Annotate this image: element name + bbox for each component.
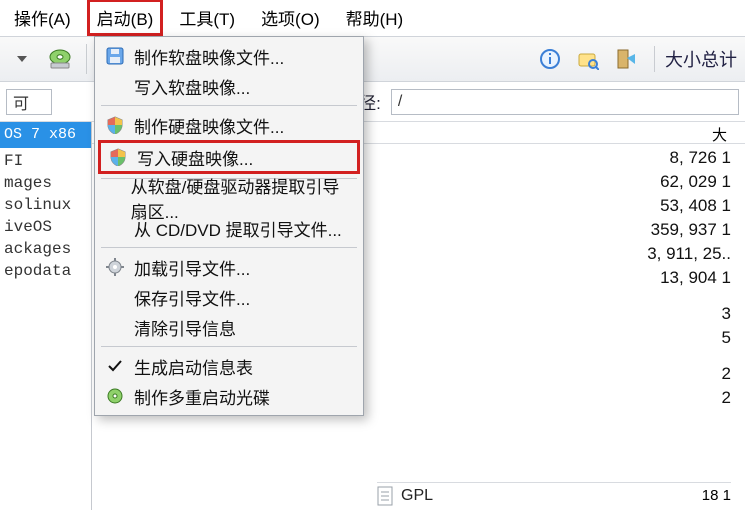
file-size-cell: 2 [647, 362, 731, 386]
menu-item-gen-boot-info-table[interactable]: 生成启动信息表 [98, 351, 360, 381]
toolbar-dropdown-arrow[interactable] [6, 44, 38, 74]
menu-item-label: 加载引导文件... [134, 255, 250, 280]
folder-magnifier-icon [577, 48, 599, 70]
menu-boot[interactable]: 启动(B) [87, 0, 164, 36]
file-size-cell: 62, 029 1 [647, 170, 731, 194]
toolbar-explorer-button[interactable] [572, 44, 604, 74]
tree-selected-node[interactable]: OS 7 x86 [0, 122, 91, 148]
disc-drive-icon [47, 47, 73, 71]
file-size-cell: 3, 911, 25.. [647, 242, 731, 266]
menu-item-make-multiboot-disc[interactable]: 制作多重启动光碟 [98, 381, 360, 411]
file-row-gpl[interactable]: GPL 18 1 [377, 482, 731, 508]
blank-icon [104, 75, 126, 97]
menu-item-save-boot-file[interactable]: 保存引导文件... [98, 282, 360, 312]
menu-options[interactable]: 选项(O) [251, 0, 330, 36]
floppy-icon [104, 45, 126, 67]
tree-item[interactable]: FI [0, 150, 91, 172]
left-tree-pane: OS 7 x86 FI mages solinux iveOS ackages … [0, 122, 92, 510]
file-size-cell: 359, 937 1 [647, 218, 731, 242]
blank-icon [104, 217, 126, 239]
toolbar-info-button[interactable] [534, 44, 566, 74]
tree-item[interactable]: epodata [0, 260, 91, 282]
file-size-cell: 2 [647, 386, 731, 410]
info-icon [539, 48, 561, 70]
menu-help[interactable]: 帮助(H) [336, 0, 414, 36]
menu-item-extract-boot-cd[interactable]: 从 CD/DVD 提取引导文件... [98, 213, 360, 243]
column-header-size[interactable]: 大 [712, 124, 727, 145]
file-size-cell: 53, 408 1 [647, 194, 731, 218]
tree-item[interactable]: mages [0, 172, 91, 194]
text-file-icon [377, 486, 395, 506]
boot-menu-dropdown: 制作软盘映像文件... 写入软盘映像... 制作硬盘映像文件... 写入硬盘映像… [94, 36, 364, 416]
blank-icon [104, 286, 126, 308]
menu-item-make-floppy-image[interactable]: 制作软盘映像文件... [98, 41, 360, 71]
file-size-cell: 18 1 [702, 487, 731, 504]
file-size-cell: 8, 726 1 [647, 146, 731, 170]
menu-item-label: 制作硬盘映像文件... [134, 113, 284, 138]
menu-item-extract-boot-sector[interactable]: 从软盘/硬盘驱动器提取引导扇区... [98, 183, 360, 213]
tree-item[interactable]: ackages [0, 238, 91, 260]
toolbar-exit-button[interactable] [610, 44, 642, 74]
file-size-cell: 5 [647, 326, 731, 350]
gear-icon [104, 256, 126, 278]
menu-item-label: 生成启动信息表 [134, 354, 253, 379]
menu-separator [101, 346, 357, 347]
tree-item[interactable]: iveOS [0, 216, 91, 238]
menu-item-write-hdd-image[interactable]: 写入硬盘映像... [98, 140, 360, 174]
size-column-values: 8, 726 1 62, 029 1 53, 408 1 359, 937 1 … [647, 146, 731, 410]
menu-item-clear-boot-info[interactable]: 清除引导信息 [98, 312, 360, 342]
menu-item-label: 写入软盘映像... [134, 74, 250, 99]
menu-item-label: 清除引导信息 [134, 315, 236, 340]
menu-separator [101, 105, 357, 106]
file-size-cell: 13, 904 1 [647, 266, 731, 290]
menu-item-label: 从 CD/DVD 提取引导文件... [134, 216, 342, 241]
toolbar-total-label: 大小总计 [654, 46, 741, 72]
shield-icon [104, 114, 126, 136]
menu-separator [101, 247, 357, 248]
menu-operate[interactable]: 操作(A) [4, 0, 81, 36]
menu-tools[interactable]: 工具(T) [169, 0, 245, 36]
menu-item-label: 制作多重启动光碟 [134, 384, 270, 409]
menu-item-label: 保存引导文件... [134, 285, 250, 310]
menubar: 操作(A) 启动(B) 工具(T) 选项(O) 帮助(H) [0, 0, 745, 36]
door-exit-icon [615, 48, 637, 70]
address-prefix-field[interactable] [6, 89, 52, 115]
toolbar-separator [86, 44, 87, 74]
path-input[interactable] [391, 89, 739, 115]
shield-icon [107, 146, 129, 168]
file-size-cell: 3 [647, 302, 731, 326]
blank-icon [104, 316, 126, 338]
menu-item-label: 制作软盘映像文件... [134, 44, 284, 69]
menu-item-write-floppy-image[interactable]: 写入软盘映像... [98, 71, 360, 101]
menu-item-load-boot-file[interactable]: 加载引导文件... [98, 252, 360, 282]
file-name-cell: GPL [401, 487, 433, 505]
blank-icon [104, 187, 123, 209]
checkmark-icon [104, 355, 126, 377]
chevron-down-icon [17, 56, 27, 62]
tree-item[interactable]: solinux [0, 194, 91, 216]
menu-item-make-hdd-image[interactable]: 制作硬盘映像文件... [98, 110, 360, 140]
toolbar-open-disc-button[interactable] [44, 44, 76, 74]
disc-icon [104, 385, 126, 407]
menu-item-label: 写入硬盘映像... [137, 145, 253, 170]
